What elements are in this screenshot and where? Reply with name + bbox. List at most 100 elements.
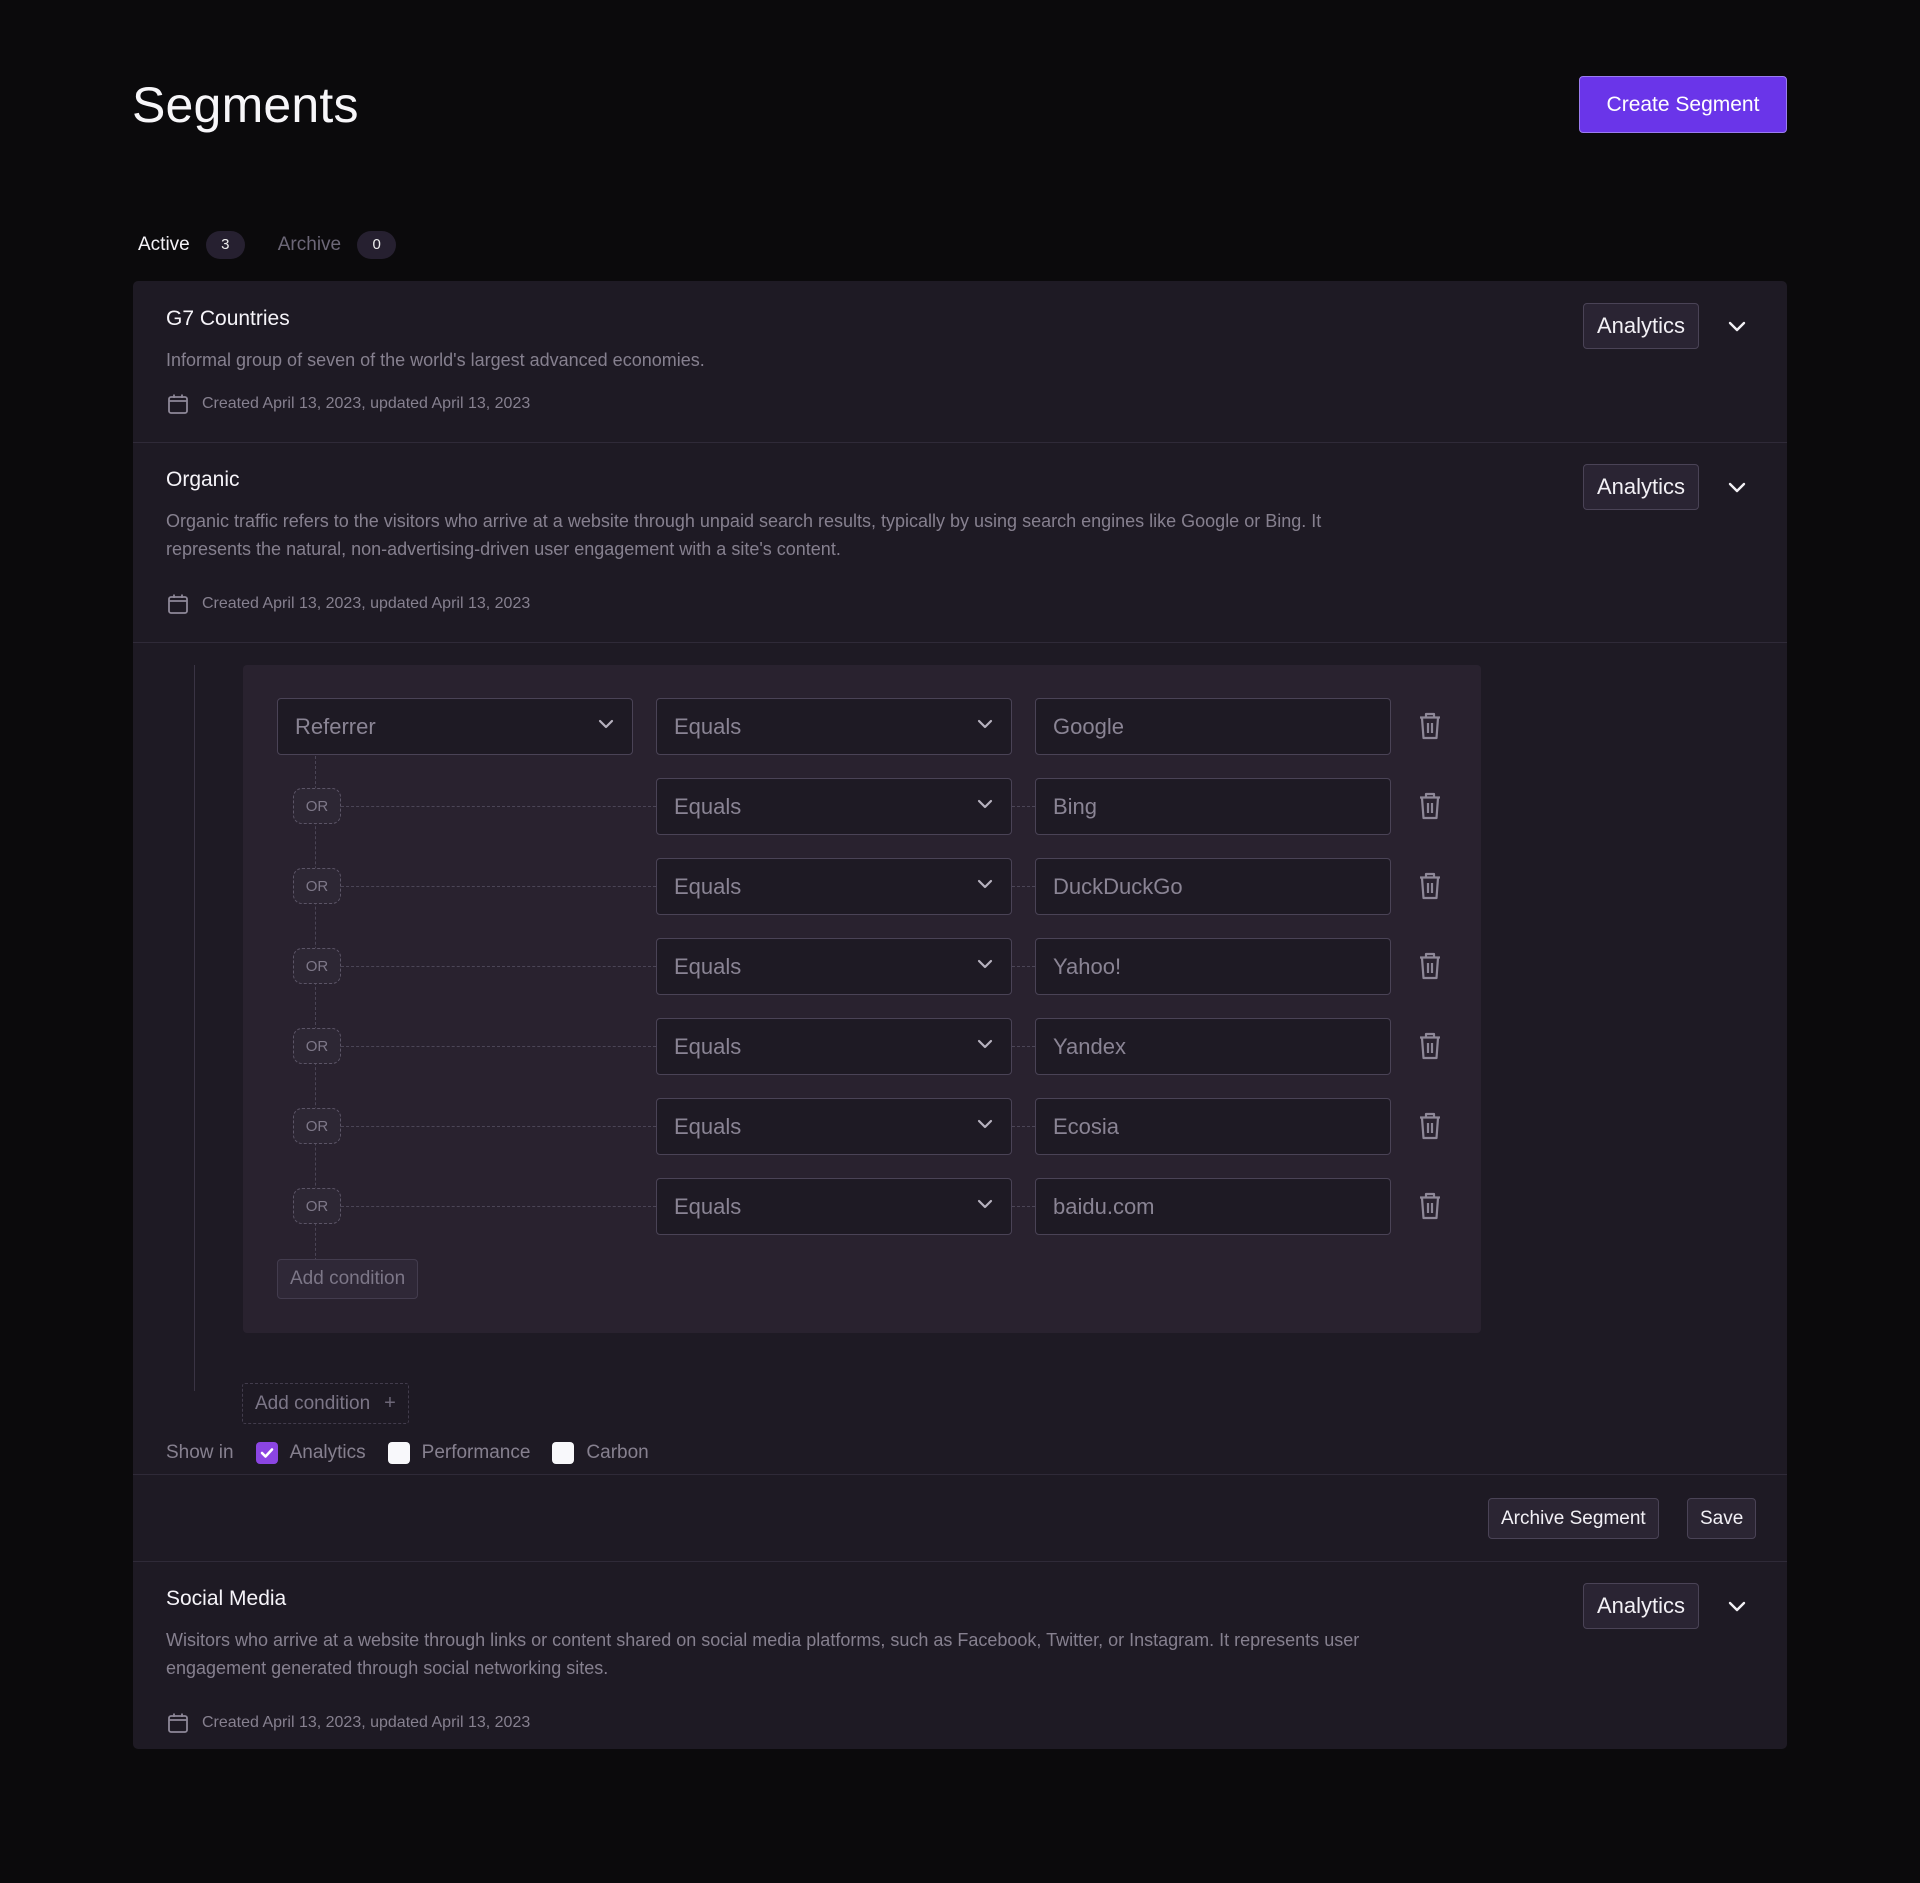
value-connector-dash [1012, 806, 1035, 807]
add-condition-inner-button[interactable]: Add condition [277, 1259, 419, 1299]
value-connector-dash [1012, 1046, 1035, 1047]
value-connector-dash [1012, 966, 1035, 967]
delete-condition-button[interactable] [1415, 1111, 1445, 1141]
field-select-value: Referrer [295, 713, 376, 739]
trash-icon [1420, 872, 1440, 900]
value-connector-dash [1012, 1126, 1035, 1127]
tab-active-count: 3 [205, 230, 245, 259]
or-connector-dash [341, 1206, 656, 1207]
delete-condition-button[interactable] [1415, 791, 1445, 821]
value-input[interactable] [1035, 938, 1391, 995]
operator-select-value: Equals [674, 1033, 742, 1059]
segment-description: Organic traffic refers to the visitors w… [166, 511, 1322, 559]
trash-icon [1420, 792, 1440, 820]
delete-condition-button[interactable] [1415, 1031, 1445, 1061]
delete-condition-button[interactable] [1415, 951, 1445, 981]
operator-select[interactable]: Equals [656, 778, 1012, 835]
delete-condition-button[interactable] [1415, 871, 1445, 901]
or-badge: OR [293, 1188, 341, 1224]
archive-segment-button[interactable]: Archive Segment [1488, 1498, 1659, 1539]
segment-dates: Created April 13, 2023, updated April 13… [166, 392, 530, 416]
segment-dates: Created April 13, 2023, updated April 13… [166, 1711, 530, 1735]
or-badge: OR [293, 1108, 341, 1144]
segment-title: G7 Countries [166, 307, 290, 330]
value-connector-dash [1012, 1206, 1035, 1207]
checkbox[interactable] [387, 1442, 410, 1464]
chevron-down-icon [977, 879, 993, 889]
or-connector-dash [341, 966, 656, 967]
tab-active[interactable]: Active 3 [138, 230, 245, 259]
delete-condition-button[interactable] [1415, 1191, 1445, 1221]
trash-icon [1420, 1032, 1440, 1060]
trash-icon [1420, 1112, 1440, 1140]
operator-select[interactable]: Equals [656, 1018, 1012, 1075]
value-input[interactable] [1035, 1178, 1391, 1235]
checkbox-analytics[interactable]: Analytics [255, 1442, 366, 1464]
segment-dates: Created April 13, 2023, updated April 13… [166, 592, 530, 616]
tab-archive-count: 0 [357, 230, 397, 259]
checkbox-label: Performance [421, 1442, 531, 1463]
operator-select[interactable]: Equals [656, 858, 1012, 915]
segment-dates-text: Created April 13, 2023, updated April 13… [202, 595, 531, 612]
chevron-down-icon [1728, 482, 1746, 493]
operator-select-value: Equals [674, 793, 742, 819]
or-connector-dash [341, 1046, 656, 1047]
segment-title: Organic [166, 468, 240, 491]
value-connector-dash [1012, 886, 1035, 887]
checkbox-performance[interactable]: Performance [387, 1442, 531, 1464]
operator-select[interactable]: Equals [656, 698, 1012, 755]
segment-item-social-media: Social Media Wisitors who arrive at a we… [133, 1561, 1787, 1749]
checkbox-label: Carbon [586, 1442, 649, 1463]
page-title: Segments [132, 77, 359, 133]
trash-icon [1420, 952, 1440, 980]
or-badge: OR [293, 948, 341, 984]
segment-description: Informal group of seven of the world's l… [166, 350, 705, 370]
condition-group: Referrer Equals OR Equals OR Equals OR Equals… [243, 665, 1481, 1333]
or-connector-dash [341, 806, 656, 807]
calendar-icon [168, 594, 188, 614]
segment-editor: Referrer Equals OR Equals OR Equals OR Equals… [133, 642, 1787, 1474]
segment-title: Social Media [166, 1587, 287, 1610]
segment-tabs: Active 3 Archive 0 [138, 230, 397, 259]
add-condition-label: Add condition [255, 1392, 371, 1414]
operator-select[interactable]: Equals [656, 1178, 1012, 1235]
value-input[interactable] [1035, 1098, 1391, 1155]
delete-condition-button[interactable] [1415, 711, 1445, 741]
value-input[interactable] [1035, 1018, 1391, 1075]
value-input[interactable] [1035, 858, 1391, 915]
value-input[interactable] [1035, 778, 1391, 835]
expand-button[interactable] [1723, 1593, 1751, 1621]
save-button[interactable]: Save [1687, 1498, 1757, 1539]
or-connector-dash [341, 1126, 656, 1127]
operator-select-value: Equals [674, 953, 742, 979]
calendar-icon [168, 394, 188, 414]
analytics-badge[interactable]: Analytics [1583, 464, 1699, 510]
expand-button[interactable] [1723, 313, 1751, 341]
create-segment-button[interactable]: Create Segment [1579, 76, 1787, 133]
segment-dates-text: Created April 13, 2023, updated April 13… [202, 1714, 531, 1731]
operator-select[interactable]: Equals [656, 938, 1012, 995]
operator-select[interactable]: Equals [656, 1098, 1012, 1155]
segment-editor-footer: Archive Segment Save [133, 1474, 1787, 1561]
segment-item-organic: Organic Organic traffic refers to the vi… [133, 442, 1787, 642]
or-badge: OR [293, 788, 341, 824]
checkbox-carbon[interactable]: Carbon [552, 1442, 649, 1464]
value-input[interactable] [1035, 698, 1391, 755]
chevron-down-icon [977, 799, 993, 809]
expand-button[interactable] [1723, 474, 1751, 502]
tab-active-label: Active [138, 233, 190, 255]
add-condition-outer-button[interactable]: Add condition + [242, 1383, 409, 1424]
field-select[interactable]: Referrer [277, 698, 633, 755]
segments-list: G7 Countries Informal group of seven of … [133, 281, 1787, 1749]
show-in-label: Show in [166, 1442, 234, 1463]
trash-icon [1420, 1192, 1440, 1220]
analytics-badge[interactable]: Analytics [1583, 1583, 1699, 1629]
checkbox[interactable] [255, 1442, 278, 1464]
checkbox[interactable] [552, 1442, 575, 1464]
operator-select-value: Equals [674, 1113, 742, 1139]
chevron-down-icon [598, 719, 614, 729]
analytics-badge[interactable]: Analytics [1583, 303, 1699, 349]
calendar-icon [168, 1713, 188, 1733]
operator-select-value: Equals [674, 1193, 742, 1219]
tab-archive[interactable]: Archive 0 [278, 230, 397, 259]
